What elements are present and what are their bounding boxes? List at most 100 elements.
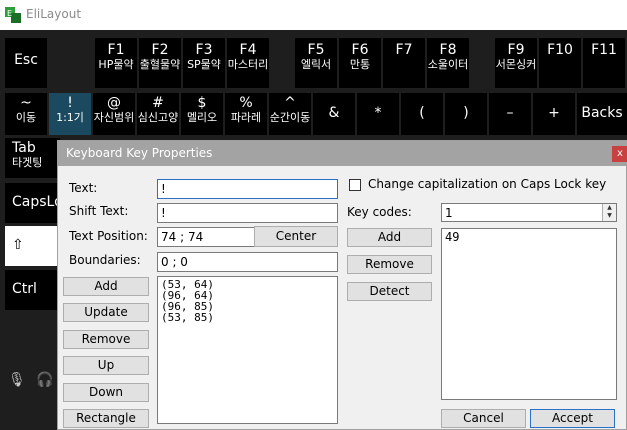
key-binding-label: 서몬싱커 (495, 58, 537, 71)
key-binding-label: 심신고양 (137, 111, 179, 124)
key-f2[interactable]: F2 출혈물약 (139, 38, 181, 88)
key-f10[interactable]: F10 (539, 38, 581, 88)
move-up-button[interactable]: Up (63, 356, 149, 375)
app-logo-icon: E (5, 7, 21, 23)
key-label: @ (107, 95, 121, 111)
key-label: F10 (547, 42, 573, 58)
key-label: ) (463, 105, 469, 121)
key-row2-9[interactable]: ( (401, 93, 443, 135)
key-label: * (374, 105, 382, 121)
key-row2-12[interactable]: + (533, 93, 575, 135)
key-row2-8[interactable]: * (357, 93, 399, 135)
key-f3[interactable]: F3 SP물약 (183, 38, 225, 88)
key-f8[interactable]: F8 소울이터 (427, 38, 469, 88)
spin-down-icon[interactable]: ▼ (603, 212, 616, 220)
key-f5[interactable]: F5 엘릭서 (295, 38, 337, 88)
move-down-button[interactable]: Down (63, 383, 149, 402)
key-left-3[interactable]: Ctrl (5, 270, 60, 310)
key-code-input[interactable]: 1 ▲ ▼ (441, 203, 617, 222)
key-f4[interactable]: F4 마스터리 (227, 38, 269, 88)
key-binding-label: 멜리오 (186, 111, 218, 124)
key-label: F2 (151, 42, 169, 58)
key-row2-7[interactable]: & (313, 93, 355, 135)
key-codes-label: Key codes: (347, 205, 412, 219)
key-left-1[interactable]: CapsLo (5, 183, 60, 223)
key-label: ⇧ (12, 237, 24, 253)
key-row2-6[interactable]: ^ 순간이동 (269, 93, 311, 135)
key-label: CapsLo (12, 194, 60, 210)
key-row2-3[interactable]: # 심신고양 (137, 93, 179, 135)
caps-lock-checkbox[interactable] (349, 179, 361, 191)
key-binding-label: 순간이동 (269, 111, 311, 124)
key-row2-11[interactable]: – (489, 93, 531, 135)
key-row2-2[interactable]: @ 자신범위 (93, 93, 135, 135)
spin-up-icon[interactable]: ▲ (603, 204, 616, 212)
accept-button[interactable]: Accept (530, 409, 615, 428)
dialog-title-bar: Keyboard Key Properties x (58, 141, 627, 166)
center-button[interactable]: Center (254, 226, 338, 247)
microphone-icon[interactable]: 🎙 (8, 372, 26, 388)
key-row2-4[interactable]: $ 멜리오 (181, 93, 223, 135)
key-binding-label: HP물약 (98, 58, 134, 71)
key-code-value: 1 (445, 206, 453, 220)
key-label: F1 (107, 42, 125, 58)
key-f7[interactable]: F7 (383, 38, 425, 88)
key-binding-label: 소울이터 (427, 58, 469, 71)
key-label: ^ (284, 95, 296, 111)
key-code-spinner[interactable]: ▲ ▼ (602, 204, 616, 221)
key-row2-10[interactable]: ) (445, 93, 487, 135)
remove-point-button[interactable]: Remove (63, 330, 149, 349)
key-label: $ (197, 95, 207, 111)
detect-keycode-button[interactable]: Detect (347, 282, 432, 301)
shift-text-label: Shift Text: (69, 204, 129, 218)
key-f9[interactable]: F9 서몬싱커 (495, 38, 537, 88)
add-point-button[interactable]: Add (63, 277, 149, 296)
key-label: ( (419, 105, 425, 121)
key-binding-label: 자신범위 (93, 111, 135, 124)
headset-icon[interactable]: 🎧 (36, 372, 53, 388)
key-f11[interactable]: F11 (583, 38, 625, 88)
close-icon[interactable]: x (612, 146, 627, 162)
text-input[interactable]: ! (157, 179, 338, 199)
add-keycode-button[interactable]: Add (347, 228, 432, 247)
key-label: Tab (12, 140, 36, 156)
update-point-button[interactable]: Update (63, 303, 149, 322)
key-f1[interactable]: F1 HP물약 (95, 38, 137, 88)
key-esc[interactable]: Esc (5, 38, 47, 88)
key-label: % (239, 95, 253, 111)
key-binding-label: 엘릭서 (300, 58, 332, 71)
svg-text:E: E (7, 9, 12, 18)
key-binding-label: 이동 (15, 111, 37, 124)
list-item[interactable]: (53, 85) (158, 312, 337, 323)
boundary-points-list[interactable]: (53, 64) (96, 64) (96, 85) (53, 85) (157, 276, 338, 424)
key-row2-1[interactable]: ! 1:1기 (49, 93, 91, 135)
dialog-title: Keyboard Key Properties (66, 146, 213, 160)
remove-keycode-button[interactable]: Remove (347, 255, 432, 274)
key-label: Esc (14, 52, 38, 68)
boundaries-label: Boundaries: (69, 253, 141, 267)
boundaries-input[interactable]: 0 ; 0 (157, 252, 338, 272)
left-toolbar: 🎙 🎧 (0, 350, 60, 400)
key-label: F6 (351, 42, 369, 58)
key-left-0[interactable]: Tab 타겟팅 (5, 138, 60, 178)
key-left-2[interactable]: ⇧ (5, 226, 60, 266)
shift-text-input[interactable]: ! (157, 203, 338, 223)
cancel-button[interactable]: Cancel (441, 409, 526, 428)
key-row2-5[interactable]: % 파라레 (225, 93, 267, 135)
key-label: Backs (581, 105, 623, 121)
list-item[interactable]: 49 (442, 230, 616, 244)
key-row2-0[interactable]: ~ 이동 (5, 93, 47, 135)
text-label: Text: (69, 181, 98, 195)
rectangle-button[interactable]: Rectangle (63, 409, 149, 428)
key-codes-list[interactable]: 49 (441, 228, 617, 400)
key-label: & (328, 105, 340, 121)
text-position-label: Text Position: (69, 229, 148, 243)
key-row2-13[interactable]: Backs (577, 93, 627, 135)
key-f6[interactable]: F6 만통 (339, 38, 381, 88)
key-binding-label: 파라레 (230, 111, 262, 124)
window-title: EliLayout (26, 7, 82, 21)
text-position-input[interactable]: 74 ; 74 (157, 227, 255, 247)
key-properties-dialog: Keyboard Key Properties x Text: ! Shift … (57, 140, 627, 430)
key-binding-label: 만통 (349, 58, 371, 71)
key-label: + (548, 105, 560, 121)
